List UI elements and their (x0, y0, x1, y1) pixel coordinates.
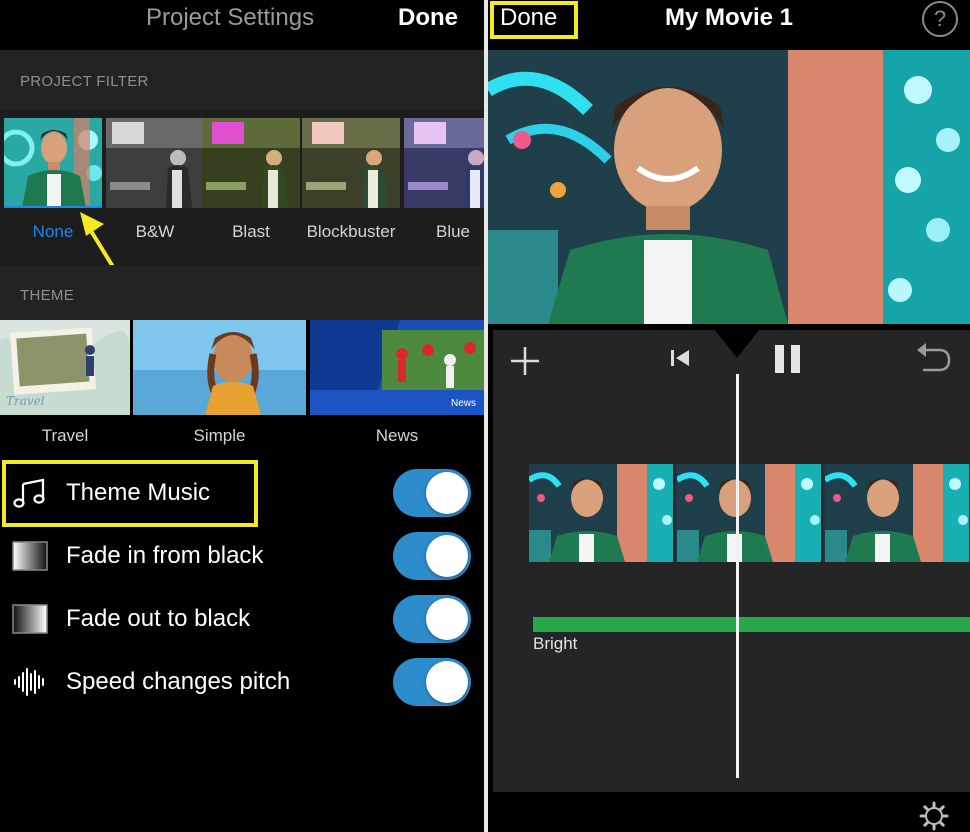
settings-done-button[interactable]: Done (398, 4, 458, 32)
toggle-knob (426, 598, 468, 640)
timeline: Bright (493, 330, 970, 792)
settings-navbar: Project Settings Done (0, 0, 484, 50)
pause-button[interactable] (773, 343, 803, 375)
theme-simple[interactable]: Simple (133, 320, 306, 445)
filter-label: Blast (232, 222, 270, 241)
filter-thumb-image (404, 118, 484, 208)
setting-label: Speed changes pitch (66, 668, 291, 695)
music-note-icon (13, 478, 45, 508)
theme-label: Travel (41, 426, 89, 445)
theme-label: Simple (193, 426, 246, 445)
audio-clip-label: Bright (533, 634, 578, 653)
clip-thumbnail (529, 464, 675, 562)
gear-icon[interactable] (918, 800, 950, 832)
movie-editor-panel: Done My Movie 1 ? Bright (488, 0, 970, 832)
setting-fade-out: Fade out to black (0, 588, 484, 650)
filter-label: Blue (435, 222, 471, 241)
settings-title: Project Settings (146, 4, 315, 31)
filter-blockbuster[interactable]: Blockbuster (302, 118, 400, 241)
clip-thumb-image (677, 464, 821, 562)
filter-section-label: PROJECT FILTER (20, 73, 149, 90)
project-settings-panel: Project Settings Done PROJECT FILTER Non… (0, 0, 484, 832)
theme-section-header: THEME (0, 265, 484, 320)
clip-thumbnail (677, 464, 823, 562)
fade-out-icon (12, 604, 48, 634)
filter-thumb-image (4, 118, 102, 208)
theme-travel[interactable]: Travel Travel (0, 320, 130, 445)
theme-thumb-news: News (310, 320, 484, 415)
movie-title: My Movie 1 (664, 4, 794, 31)
video-preview (488, 50, 970, 324)
setting-label: Fade out to black (66, 605, 251, 632)
filter-thumb-image (302, 118, 400, 208)
theme-thumb-image (133, 320, 306, 415)
filter-thumb-blue (404, 118, 484, 208)
setting-fade-in: Fade in from black (0, 525, 484, 587)
fade-out-toggle[interactable] (393, 595, 471, 643)
playhead-marker (715, 330, 759, 358)
theme-section-label: THEME (20, 287, 74, 304)
filter-thumb-blockbuster (302, 118, 400, 208)
clip-thumb-image (529, 464, 673, 562)
filter-thumb-image (202, 118, 300, 208)
playhead-line (736, 374, 739, 778)
undo-icon[interactable] (915, 342, 951, 374)
theme-thumb-travel: Travel (0, 320, 130, 415)
clip-thumb-image (825, 464, 969, 562)
video-clip[interactable] (529, 464, 970, 562)
theme-music-toggle[interactable] (393, 469, 471, 517)
filter-label: Blockbuster (306, 222, 396, 241)
setting-speed-pitch: Speed changes pitch (0, 651, 484, 713)
filter-bw[interactable]: B&W (106, 118, 204, 241)
setting-label: Theme Music (66, 479, 211, 506)
filter-blast[interactable]: Blast (202, 118, 300, 241)
theme-label: News (375, 426, 419, 445)
theme-carousel: Travel Travel Simple News News (0, 320, 484, 455)
audio-clip[interactable] (533, 617, 970, 632)
preview-image (488, 50, 970, 324)
filter-thumb-bw (106, 118, 204, 208)
setting-label: Fade in from black (66, 542, 264, 569)
filter-thumb-none (4, 118, 102, 208)
theme-thumb-caption: News (450, 398, 476, 409)
add-media-button[interactable] (509, 345, 541, 377)
theme-thumb-caption: Travel (6, 394, 45, 408)
skip-to-start-icon[interactable] (669, 347, 691, 369)
filter-section-header: PROJECT FILTER (0, 50, 484, 110)
filter-thumb-blast (202, 118, 300, 208)
toggle-knob (426, 661, 468, 703)
editor-bottom-bar (488, 792, 970, 832)
toggle-knob (426, 535, 468, 577)
waveform-icon (14, 668, 44, 696)
setting-theme-music: Theme Music (0, 462, 484, 524)
fade-in-toggle[interactable] (393, 532, 471, 580)
toggle-knob (426, 472, 468, 514)
help-button[interactable]: ? (922, 1, 958, 37)
filter-thumb-image (106, 118, 204, 208)
speed-pitch-toggle[interactable] (393, 658, 471, 706)
fade-in-icon (12, 541, 48, 571)
theme-news[interactable]: News News (310, 320, 484, 445)
theme-thumb-simple (133, 320, 306, 415)
filter-none[interactable]: None (4, 118, 102, 241)
filter-carousel: None B&W Blast Blockbuster Blue (0, 110, 484, 265)
clip-thumbnail (825, 464, 970, 562)
filter-blue[interactable]: Blue (404, 118, 484, 241)
